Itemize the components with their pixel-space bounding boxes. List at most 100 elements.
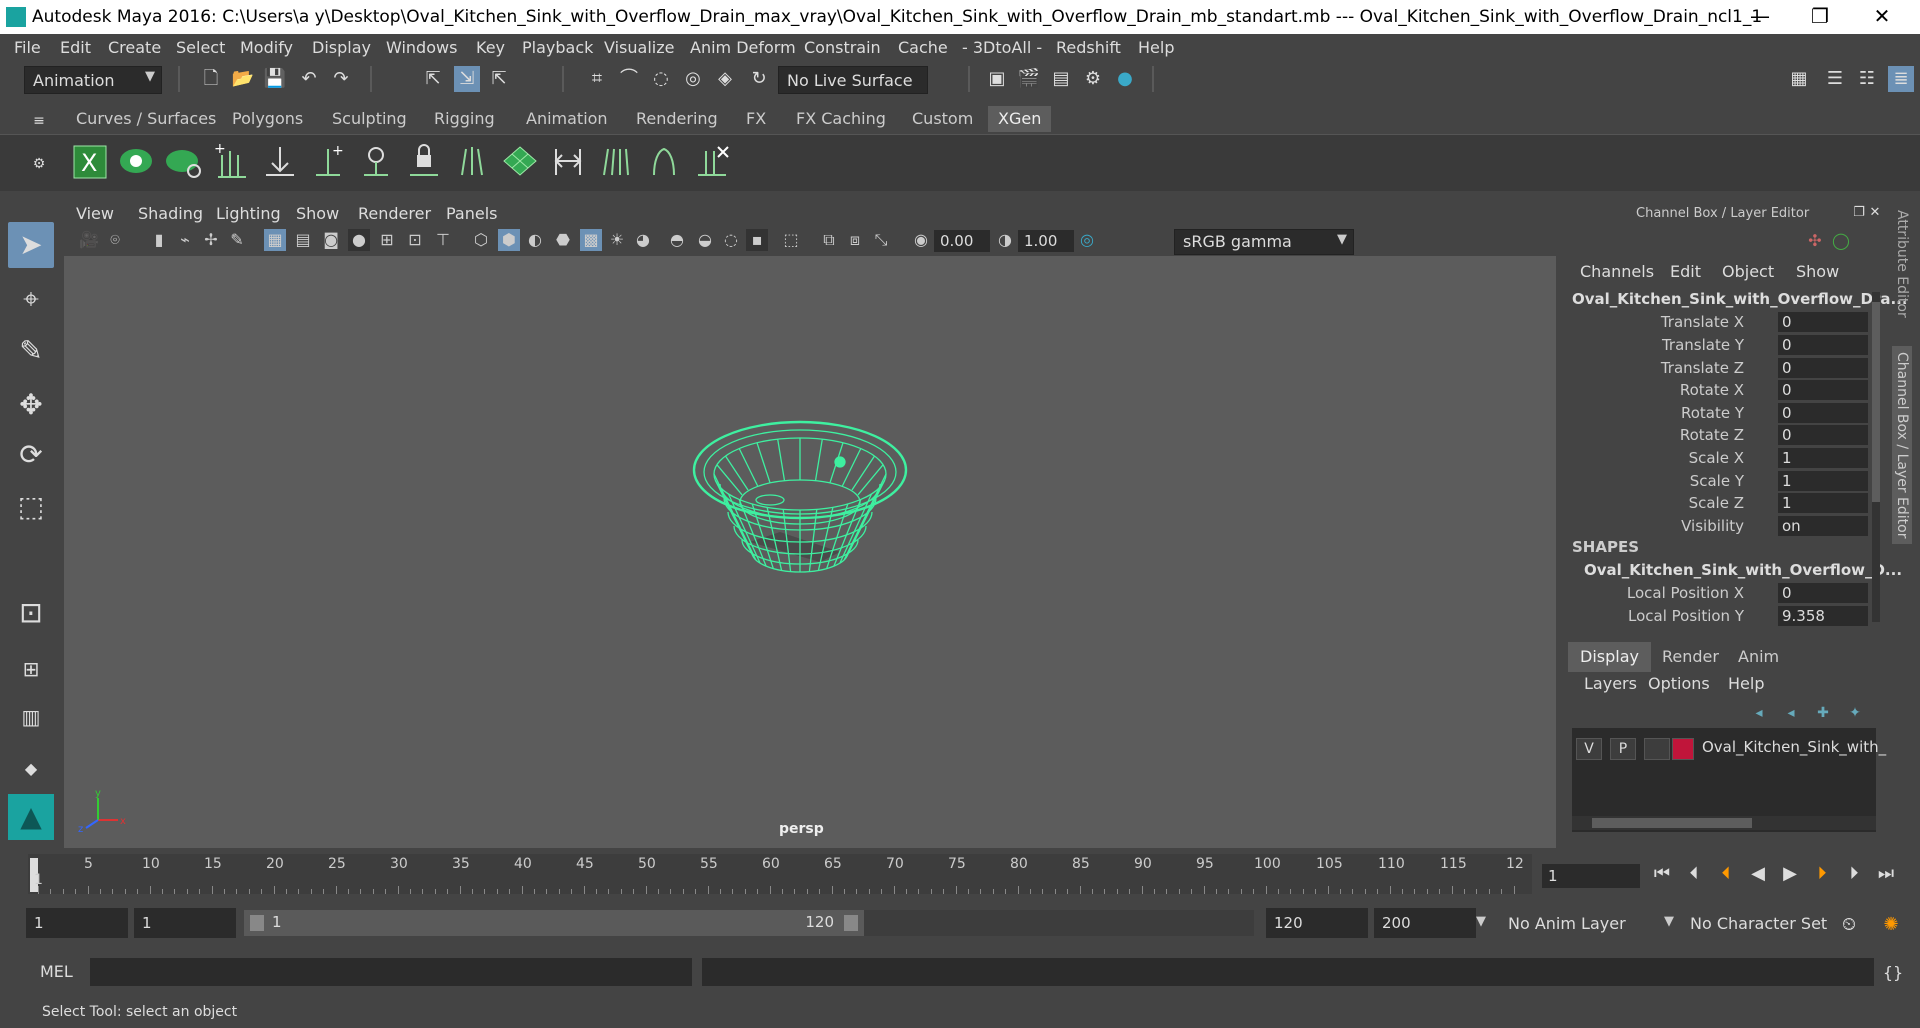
maya-home-icon[interactable]: ▲ (8, 794, 54, 840)
layer-visibility-toggle[interactable]: V (1576, 738, 1602, 760)
gamma-field[interactable]: 1.00 (1018, 230, 1074, 252)
paint-select-tool-icon[interactable]: ✎ (8, 328, 54, 374)
smooth-shade-icon[interactable]: ⬢ (498, 229, 520, 251)
layer-menu-layers[interactable]: Layers (1584, 674, 1637, 693)
layer-type-toggle[interactable] (1644, 738, 1670, 760)
exposure-field[interactable]: 0.00 (934, 230, 990, 252)
range-end-grip[interactable] (844, 915, 858, 931)
shelf-tab-polygons[interactable]: Polygons (222, 106, 313, 132)
menu-help[interactable]: Help (1138, 38, 1174, 57)
exposure-icon[interactable]: ◉ (910, 229, 932, 251)
snap-grid-icon[interactable]: ⌗ (584, 66, 610, 92)
move-tool-icon[interactable]: ✥ (8, 382, 54, 428)
grid-icon[interactable]: ▦ (264, 229, 286, 251)
menu-cache[interactable]: Cache (898, 38, 948, 57)
snap-view-icon[interactable]: ◎ (680, 66, 706, 92)
use-all-lights-icon[interactable]: ☀ (606, 229, 628, 251)
attr-value-field[interactable]: 0 (1778, 403, 1868, 423)
snap-curve-icon[interactable]: ⌒ (616, 66, 642, 92)
open-scene-icon[interactable]: 📂 (230, 66, 256, 92)
menu-anim-deform[interactable]: Anim Deform (690, 38, 796, 57)
xgen-lock-guide-icon[interactable] (404, 141, 444, 183)
menu-display[interactable]: Display (312, 38, 371, 57)
xray-joints-icon[interactable]: ⧈ (844, 229, 866, 251)
menu-constrain[interactable]: Constrain (804, 38, 881, 57)
new-layer-selected-icon[interactable]: ✦ (1842, 700, 1868, 726)
shadows-icon[interactable]: ◕ (632, 229, 654, 251)
close-button[interactable]: ✕ (1852, 0, 1912, 34)
xgen-groom-icon[interactable] (596, 141, 636, 183)
render-current-icon[interactable]: 🎬 (1016, 66, 1042, 92)
attribute-editor-icon[interactable]: ☰ (1822, 66, 1848, 92)
attr-value-field[interactable]: 1 (1778, 448, 1868, 468)
pencil-icon[interactable]: ✎ (226, 229, 248, 251)
move-layer-down-icon[interactable]: ◂ (1778, 700, 1804, 726)
textured-icon[interactable]: ▩ (580, 229, 602, 251)
layer-hscrollbar[interactable] (1572, 816, 1876, 830)
snap-point-icon[interactable]: ◌ (648, 66, 674, 92)
cb-menu-show[interactable]: Show (1796, 262, 1839, 281)
shelf-menu-icon[interactable]: ≡ (26, 108, 52, 134)
sink-wireframe-model[interactable] (690, 402, 910, 592)
layer-tab-display[interactable]: Display (1568, 642, 1651, 672)
layer-menu-help[interactable]: Help (1728, 674, 1764, 693)
animation-preferences-icon[interactable]: ✺ (1878, 912, 1904, 938)
range-bar[interactable]: 1 120 (244, 910, 1254, 936)
tool-settings-icon[interactable]: ☷ (1854, 66, 1880, 92)
attr-row-scale-x[interactable]: Scale X 1 (1566, 447, 1876, 469)
xray-components-icon[interactable]: ⤡ (870, 229, 892, 251)
safe-action-icon[interactable]: ⊡ (404, 229, 426, 251)
color-space-dropdown[interactable]: sRGB gamma ▼ (1174, 229, 1354, 255)
xgen-clear-icon[interactable] (164, 141, 204, 183)
layer-menu-options[interactable]: Options (1648, 674, 1710, 693)
shelf-tab-xgen[interactable]: XGen (988, 106, 1052, 132)
attr-row-scale-y[interactable]: Scale Y 1 (1566, 470, 1876, 492)
attr-row-local-position-y[interactable]: Local Position Y 9.358 (1566, 605, 1876, 627)
layer-color-swatch[interactable] (1672, 738, 1694, 760)
wireframe-on-shaded-icon[interactable]: ⬣ (552, 229, 574, 251)
move-layer-up-icon[interactable]: ◂ (1746, 700, 1772, 726)
save-scene-icon[interactable]: 💾 (262, 66, 288, 92)
shape-node-name[interactable]: Oval_Kitchen_Sink_with_Overflow_D... (1584, 561, 1902, 579)
attr-value-field[interactable]: 0 (1778, 425, 1868, 445)
shelf-tab-fx[interactable]: FX (736, 106, 776, 132)
menu-redshift[interactable]: Redshift (1056, 38, 1121, 57)
vp-menu-renderer[interactable]: Renderer (358, 204, 431, 223)
isolate-select-icon[interactable]: ⬚ (780, 229, 802, 251)
lasso-tool-icon[interactable]: ⌖ (8, 276, 54, 322)
image-plane-icon[interactable]: ⌁ (174, 229, 196, 251)
layer-hscrollbar-thumb[interactable] (1592, 818, 1752, 828)
xgen-create-icon[interactable]: X (70, 141, 110, 183)
gate-mask-icon[interactable]: ● (348, 229, 370, 251)
undo-icon[interactable]: ↶ (296, 66, 322, 92)
vp-menu-lighting[interactable]: Lighting (216, 204, 281, 223)
side-tab-attribute-editor[interactable]: Attribute Editor (1894, 210, 1910, 318)
xgen-delete-guide-icon[interactable] (692, 141, 732, 183)
hypershade-icon[interactable]: ● (1112, 66, 1138, 92)
animation-start-field[interactable]: 1 (26, 908, 128, 938)
cb-menu-object[interactable]: Object (1722, 262, 1774, 281)
current-frame-field[interactable]: 1 (1542, 864, 1640, 888)
select-tool-icon[interactable]: ➤ (8, 222, 54, 268)
motion-blur-icon[interactable]: ◒ (694, 229, 716, 251)
step-forward-key-icon[interactable]: ⏵ (1808, 860, 1836, 888)
bookmark-icon[interactable]: ▮ (148, 229, 170, 251)
select-component-icon[interactable]: ⇱ (486, 66, 512, 92)
xgen-place-guide-icon[interactable] (260, 141, 300, 183)
attr-value-field[interactable]: 0 (1778, 312, 1868, 332)
menu-create[interactable]: Create (108, 38, 161, 57)
xgen-bend-icon[interactable] (644, 141, 684, 183)
snap-surface-icon[interactable]: ◈ (712, 66, 738, 92)
vp-menu-show[interactable]: Show (296, 204, 339, 223)
field-chart-icon[interactable]: ⊞ (376, 229, 398, 251)
shelf-tab-sculpting[interactable]: Sculpting (322, 106, 417, 132)
attr-row-local-position-x[interactable]: Local Position X 0 (1566, 582, 1876, 604)
redo-icon[interactable]: ↷ (328, 66, 354, 92)
wireframe-icon[interactable]: ⬡ (470, 229, 492, 251)
vp-menu-panels[interactable]: Panels (446, 204, 498, 223)
shelf-tab-fx-caching[interactable]: FX Caching (786, 106, 896, 132)
xgen-grid-icon[interactable] (500, 141, 540, 183)
menu-modify[interactable]: Modify (240, 38, 293, 57)
new-scene-icon[interactable]: 🗋 (198, 66, 224, 92)
layer-tab-render[interactable]: Render (1650, 642, 1731, 672)
